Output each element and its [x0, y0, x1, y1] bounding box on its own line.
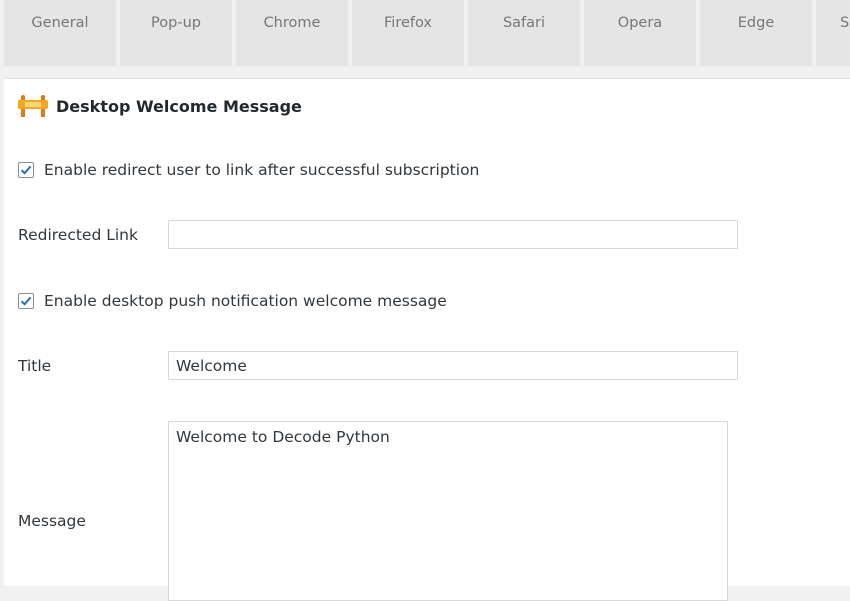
- message-label: Message: [18, 512, 86, 530]
- redirected-link-input[interactable]: [168, 220, 738, 249]
- checkmark-icon: [20, 296, 32, 306]
- section-title: Desktop Welcome Message: [56, 96, 302, 116]
- tab-partial[interactable]: S: [816, 0, 850, 66]
- title-input[interactable]: [168, 351, 738, 380]
- welcome-sign-icon: [18, 95, 48, 117]
- tab-opera[interactable]: Opera: [584, 0, 696, 66]
- welcome-checkbox-label: Enable desktop push notification welcome…: [44, 292, 447, 310]
- section-header: Desktop Welcome Message: [18, 95, 302, 117]
- redirected-link-label: Redirected Link: [18, 226, 138, 244]
- welcome-option: Enable desktop push notification welcome…: [18, 291, 447, 311]
- tab-edge[interactable]: Edge: [700, 0, 812, 66]
- redirect-checkbox[interactable]: [18, 162, 34, 178]
- title-label: Title: [18, 357, 52, 375]
- settings-panel: Desktop Welcome Message Enable redirect …: [4, 78, 850, 601]
- message-textarea[interactable]: Welcome to Decode Python: [168, 421, 728, 601]
- tab-general[interactable]: General: [4, 0, 116, 66]
- redirect-checkbox-label: Enable redirect user to link after succe…: [44, 161, 480, 179]
- tab-popup[interactable]: Pop-up: [120, 0, 232, 66]
- redirect-option: Enable redirect user to link after succe…: [18, 160, 479, 180]
- tab-firefox[interactable]: Firefox: [352, 0, 464, 66]
- tab-safari[interactable]: Safari: [468, 0, 580, 66]
- settings-tab-bar: General Pop-up Chrome Firefox Safari Ope…: [0, 0, 850, 66]
- welcome-checkbox[interactable]: [18, 293, 34, 309]
- checkmark-icon: [20, 165, 32, 175]
- tab-chrome[interactable]: Chrome: [236, 0, 348, 66]
